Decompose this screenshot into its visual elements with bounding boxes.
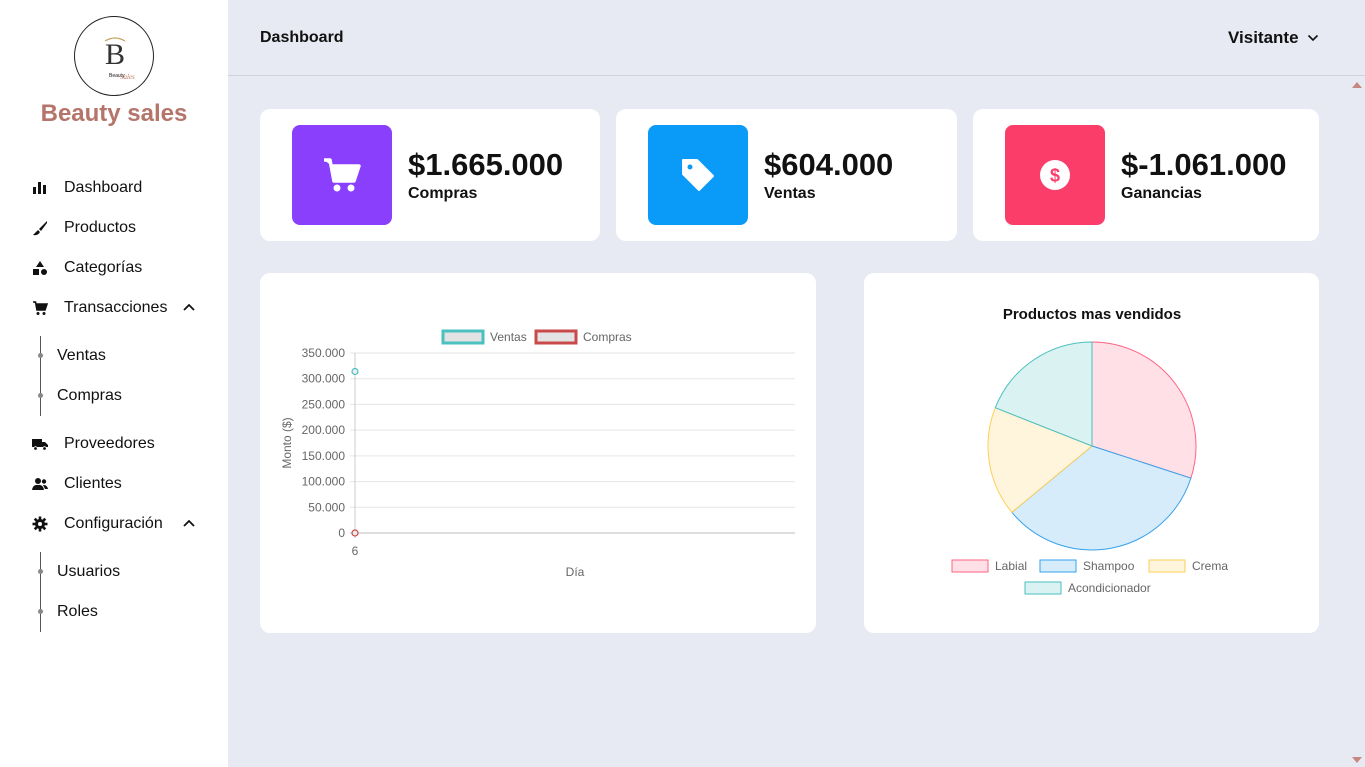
users-icon	[32, 476, 48, 492]
sidebar-item-productos[interactable]: Productos	[32, 216, 136, 240]
sidebar-item-label: Clientes	[64, 475, 122, 492]
logo: B Beauty Sales	[74, 16, 154, 96]
stat-value: $604.000	[764, 147, 894, 182]
sidebar-item-label: Dashboard	[64, 179, 143, 196]
line-chart: Ventas Compras 350.000 300.000 250.000 200.00…	[280, 329, 795, 579]
submenu-line	[40, 552, 41, 632]
stat-icon-box	[292, 125, 392, 225]
sidebar-subitem-ventas[interactable]: Ventas	[57, 347, 106, 369]
sidebar-subitem-compras[interactable]: Compras	[57, 387, 122, 409]
sidebar-item-label: Transacciones	[64, 299, 168, 316]
cart-icon	[324, 158, 361, 192]
pie-chart: Productos mas vendidos Labial Shampoo Crema…	[951, 306, 1228, 595]
header: Dashboard Visitante	[228, 0, 1365, 76]
truck-icon	[32, 436, 48, 452]
sidebar: B Beauty Sales Beauty sales Dashboard Pr…	[0, 0, 228, 767]
sidebar-item-label: Categorías	[64, 259, 143, 276]
stat-label: Ventas	[764, 185, 816, 202]
x-tick-label: 6	[352, 544, 359, 558]
submenu-line	[40, 336, 41, 416]
y-axis-label: Monto ($)	[280, 417, 294, 468]
stat-value: $1.665.000	[408, 147, 564, 182]
y-tick-label: 350.000	[302, 346, 346, 360]
stat-card-ganancias: $ $-1.061.000 Ganancias	[973, 109, 1319, 241]
legend-label: Crema	[1192, 559, 1228, 573]
logo-letter: B	[105, 38, 125, 71]
sidebar-subitem-usuarios[interactable]: Usuarios	[57, 563, 120, 585]
sidebar-item-transacciones[interactable]: Transacciones	[32, 296, 202, 320]
legend-swatch	[951, 559, 989, 573]
y-tick-label: 50.000	[308, 500, 345, 514]
stat-card-compras: $1.665.000 Compras	[260, 109, 600, 241]
legend-swatch	[1024, 581, 1062, 595]
sidebar-item-clientes[interactable]: Clientes	[32, 472, 122, 496]
submenu-dot	[38, 353, 43, 358]
user-name: Visitante	[1228, 28, 1299, 47]
pie-chart-card: Productos mas vendidos Labial Shampoo Crema…	[864, 273, 1319, 633]
page-title: Dashboard	[260, 29, 344, 46]
legend-swatch	[534, 329, 578, 345]
chevron-up-icon[interactable]	[182, 516, 196, 530]
stat-icon-box	[648, 125, 748, 225]
brand-name: Beauty sales	[40, 100, 188, 127]
submenu-dot	[38, 393, 43, 398]
legend-label: Compras	[583, 330, 632, 344]
stat-label: Compras	[408, 185, 478, 202]
scroll-down-arrow[interactable]	[1352, 757, 1362, 763]
stat-value: $-1.061.000	[1121, 147, 1287, 182]
data-point-ventas	[351, 367, 359, 376]
bar-chart-icon	[32, 180, 48, 196]
cart-icon	[32, 300, 49, 316]
y-tick-label: 100.000	[302, 475, 346, 489]
chevron-up-icon[interactable]	[182, 300, 196, 314]
y-tick-label: 250.000	[302, 397, 346, 411]
tag-icon	[682, 159, 714, 191]
y-tick-label: 150.000	[302, 449, 346, 463]
sidebar-item-configuracion[interactable]: Configuración	[32, 512, 202, 536]
x-axis-label: Día	[566, 565, 585, 579]
legend-label: Labial	[995, 559, 1027, 573]
y-tick-label: 300.000	[302, 372, 346, 386]
sidebar-item-label: Configuración	[64, 515, 163, 532]
stat-card-ventas: $604.000 Ventas	[616, 109, 957, 241]
data-point-compras	[351, 529, 359, 537]
submenu-dot	[38, 569, 43, 574]
stat-icon-box: $	[1005, 125, 1105, 225]
svg-text:$: $	[1050, 166, 1060, 186]
sidebar-item-label: Proveedores	[64, 435, 155, 452]
sidebar-item-dashboard[interactable]: Dashboard	[32, 176, 142, 200]
legend-label: Acondicionador	[1068, 581, 1151, 595]
pie-title: Productos mas vendidos	[1003, 306, 1181, 323]
shapes-icon	[32, 260, 48, 276]
line-chart-card: Ventas Compras 350.000 300.000 250.000 200.00…	[260, 273, 816, 633]
y-tick-label: 200.000	[302, 423, 346, 437]
logo-text-sales: Sales	[120, 73, 135, 81]
gear-icon	[32, 516, 48, 532]
sidebar-item-categorias[interactable]: Categorías	[32, 256, 142, 280]
chevron-down-icon	[1307, 34, 1318, 42]
sidebar-subitem-roles[interactable]: Roles	[57, 603, 98, 625]
legend-label: Shampoo	[1083, 559, 1135, 573]
legend-label: Ventas	[490, 330, 527, 344]
stat-label: Ganancias	[1121, 185, 1202, 202]
y-tick-label: 0	[338, 526, 345, 540]
legend-swatch	[1039, 559, 1077, 573]
user-menu[interactable]: Visitante	[1228, 28, 1319, 48]
brush-icon	[32, 220, 48, 236]
submenu-dot	[38, 609, 43, 614]
legend-swatch	[1148, 559, 1186, 573]
legend-swatch	[441, 329, 485, 345]
dollar-icon: $	[1040, 160, 1070, 190]
sidebar-item-proveedores[interactable]: Proveedores	[32, 432, 155, 456]
scroll-up-arrow[interactable]	[1352, 82, 1362, 88]
sidebar-item-label: Productos	[64, 219, 137, 236]
